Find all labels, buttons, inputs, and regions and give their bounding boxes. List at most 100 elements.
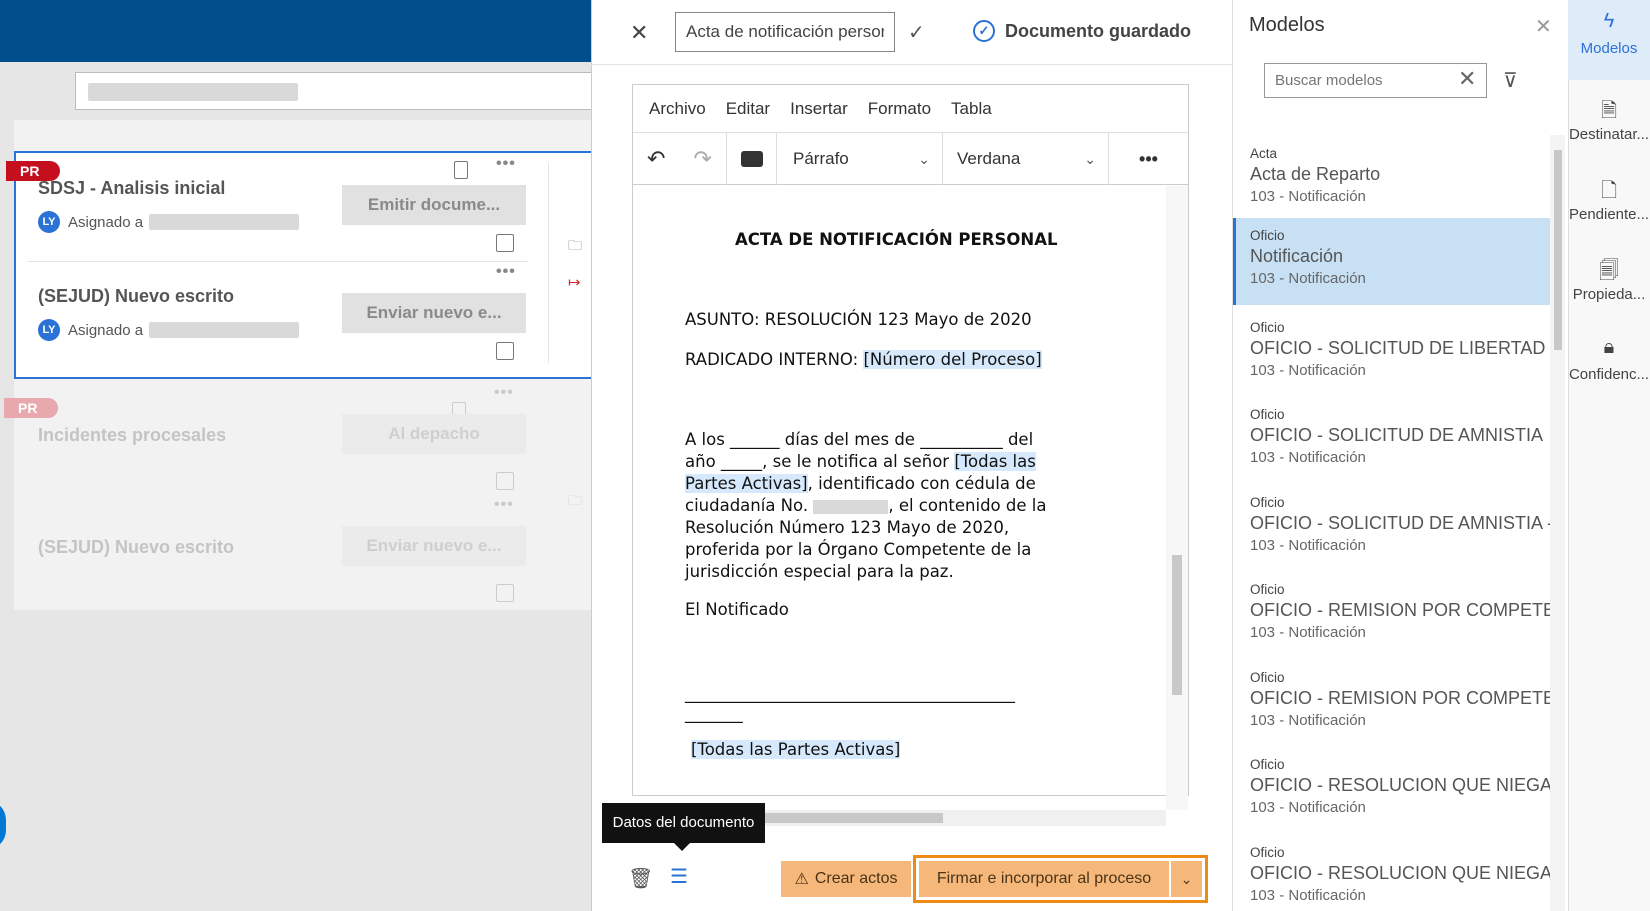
task-group-card[interactable]: PR SDSJ - Analisis inicial LY Asignado a… [6,151,614,379]
model-type: 103 - Notificación [1250,799,1366,816]
warning-icon: ⚠ [794,871,809,888]
model-category: Oficio [1250,320,1285,335]
paragraph-style-select[interactable]: Párrafo ⌄ [777,133,943,185]
create-acts-button[interactable]: ⚠ Crear actos [781,861,911,897]
sign-and-incorporate-button[interactable]: Firmar e incorporar al proceso [919,861,1169,897]
undo-icon[interactable]: ↶ [647,146,665,172]
signature-line: _______ [685,704,743,723]
sign-button-group: Firmar e incorporar al proceso ⌄ [913,855,1208,903]
partes-field[interactable]: Partes Activas] [685,474,808,493]
document-icon[interactable] [454,161,468,179]
scrollbar-thumb[interactable] [1554,150,1562,350]
folder-icon[interactable]: 🗀 [568,235,582,259]
model-list-item[interactable]: Oficio OFICIO - SOLICITUD DE AMNISTIA - … [1233,485,1551,572]
more-tools-icon[interactable]: ••• [1109,133,1188,185]
print-icon[interactable] [740,151,763,167]
model-list-item[interactable]: Oficio OFICIO - SOLICITUD DE LIBERTAD C … [1233,310,1551,397]
task-title[interactable]: Incidentes procesales [38,425,226,446]
task-title[interactable]: (SEJUD) Nuevo escrito [38,286,234,307]
panel-title: Modelos [1249,14,1325,36]
more-options-icon[interactable]: ••• [496,263,516,281]
model-category: Oficio [1250,407,1285,422]
save-status: ✓ Documento guardado [973,20,1191,42]
lock-icon: 🔒︎ [1603,336,1615,358]
more-options-icon[interactable]: ••• [494,496,514,514]
document-subject: ASUNTO: RESOLUCIÓN 123 Mayo de 2020 [685,310,1032,329]
rail-label: Modelos [1580,40,1638,57]
notified-label: El Notificado [685,600,789,619]
signature-line: ________________________________________ [685,684,1015,703]
model-list-item[interactable]: Oficio OFICIO - REMISION POR COMPETEI 10… [1233,572,1551,659]
settings-sliders-icon[interactable]: ☰ [670,864,688,889]
chevron-down-icon[interactable]: ⌄ [1171,861,1202,897]
paragraph-line: A los ______ días del mes de __________ … [685,430,1034,449]
menu-formato[interactable]: Formato [868,99,931,119]
add-document-icon[interactable] [496,234,514,252]
rail-label: Destinatar... [1568,126,1650,143]
rail-item-confidencial[interactable]: 🔒︎ Confidenc... [1568,326,1650,406]
editor-toolbar: ↶ ↷ Párrafo ⌄ Verdana ⌄ ••• [633,133,1188,185]
model-category: Acta [1250,146,1278,161]
model-list-item[interactable]: Oficio OFICIO - REMISION POR COMPETEI 10… [1233,660,1551,747]
priority-badge: PR [4,398,58,418]
document-content[interactable]: ACTA DE NOTIFICACIÓN PERSONAL ASUNTO: RE… [640,186,1165,792]
document-title: ACTA DE NOTIFICACIÓN PERSONAL [735,230,1058,249]
model-list-item-selected[interactable]: Oficio Notificación 103 - Notificación [1233,218,1551,305]
task-group-card-faded[interactable]: PR ••• Incidentes procesales Al depacho … [4,384,614,640]
rail-item-pendientes[interactable]: 🗋 Pendiente... [1568,166,1650,246]
model-list-item[interactable]: Acta Acta de Reparto 103 - Notificación [1233,136,1551,223]
paragraph-line: ciudadanía No. , el contenido de la [685,496,1046,515]
document-clock-icon: 🗋 [1600,180,1618,202]
menu-insertar[interactable]: Insertar [790,99,848,119]
more-options-icon[interactable]: ••• [494,384,514,402]
models-search-input[interactable] [1264,63,1487,98]
task-title[interactable]: (SEJUD) Nuevo escrito [38,537,234,558]
model-type: 103 - Notificación [1250,449,1366,466]
close-icon[interactable]: ✕ [1535,14,1552,39]
app-search-input[interactable] [75,72,615,110]
help-button[interactable] [0,800,6,850]
model-category: Oficio [1250,757,1285,772]
lightning-icon: ϟ [1603,10,1615,32]
emit-document-button[interactable]: Emitir docume... [342,185,526,225]
font-family-select[interactable]: Verdana ⌄ [943,133,1109,185]
model-name: OFICIO - REMISION POR COMPETEI [1250,688,1551,708]
task-title[interactable]: SDSJ - Analisis inicial [38,178,225,199]
close-icon[interactable]: ✕ [630,20,648,46]
filter-icon[interactable]: ⊽ [1503,68,1518,93]
add-document-icon[interactable] [496,472,514,490]
vertical-scrollbar[interactable] [1166,186,1188,810]
model-category: Oficio [1250,670,1285,685]
radicado-field[interactable]: [Número del Proceso] [863,350,1042,369]
partes-field[interactable]: [Todas las Partes Activas] [691,740,901,759]
assigned-label: Asignado a [68,213,144,231]
add-document-icon[interactable] [496,342,514,360]
menu-tabla[interactable]: Tabla [951,99,992,119]
redirect-arrow-icon[interactable]: ↦ [568,273,581,291]
undo-redo-group: ↶ ↷ [633,133,727,185]
send-to-office-button[interactable]: Al depacho [342,414,526,454]
rail-item-destinatarios[interactable]: 🗎 Destinatar... [1568,86,1650,166]
document-name-input[interactable] [675,12,895,52]
clear-icon[interactable]: ✕ [1458,66,1476,92]
model-type: 103 - Notificación [1250,887,1366,904]
rail-item-modelos[interactable]: ϟ Modelos [1568,0,1650,80]
send-new-button[interactable]: Enviar nuevo e... [342,293,526,333]
scrollbar-thumb[interactable] [1172,555,1182,695]
model-list-item[interactable]: Oficio OFICIO - SOLICITUD DE AMNISTIA 10… [1233,397,1551,484]
model-list-item[interactable]: Oficio OFICIO - RESOLUCION QUE NIEGA 103… [1233,835,1551,911]
menu-archivo[interactable]: Archivo [649,99,706,119]
add-document-icon[interactable] [496,584,514,602]
more-options-icon[interactable]: ••• [496,155,516,173]
model-list-item[interactable]: Oficio OFICIO - RESOLUCION QUE NIEGA 103… [1233,747,1551,834]
paragraph-line: año _____, se le notifica al señor [Toda… [685,452,1036,471]
check-icon[interactable]: ✓ [908,20,925,45]
menu-editar[interactable]: Editar [726,99,770,119]
trash-icon[interactable]: 🗑 [628,866,653,891]
paragraph-line: Resolución Número 123 Mayo de 2020, [685,518,1010,537]
rail-item-propiedades[interactable]: 🗐 Propieda... [1568,246,1650,326]
redo-icon[interactable]: ↷ [694,146,712,172]
folder-icon[interactable]: 🗀 [568,490,582,514]
send-new-button[interactable]: Enviar nuevo e... [342,526,526,566]
partes-field[interactable]: [Todas las [954,452,1036,471]
